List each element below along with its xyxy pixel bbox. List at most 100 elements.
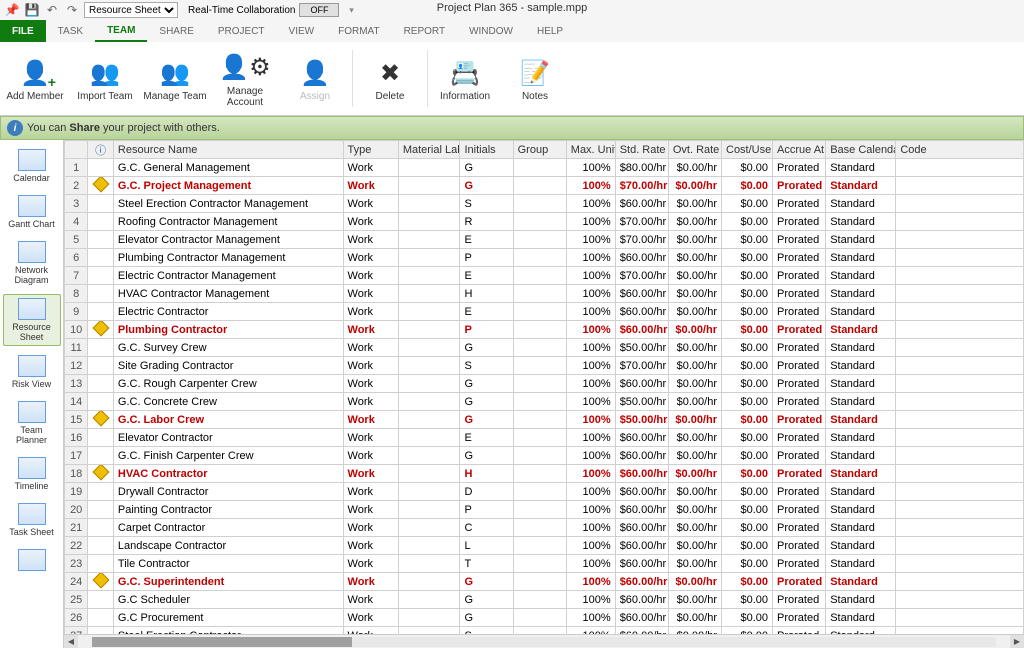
cell-cal[interactable]: Standard (826, 177, 896, 195)
table-row[interactable]: 26G.C ProcurementWorkG100%$60.00/hr$0.00… (65, 609, 1024, 627)
cell-mat[interactable] (398, 501, 460, 519)
cell-type[interactable]: Work (343, 339, 398, 357)
cell-max[interactable]: 100% (566, 375, 615, 393)
cell-max[interactable]: 100% (566, 393, 615, 411)
cell-std[interactable]: $60.00/hr (615, 285, 668, 303)
cell-ind[interactable] (88, 267, 114, 285)
cell-std[interactable]: $60.00/hr (615, 537, 668, 555)
cell-name[interactable]: Carpet Contractor (113, 519, 343, 537)
cell-type[interactable]: Work (343, 483, 398, 501)
cell-acc[interactable]: Prorated (773, 501, 826, 519)
cell-cal[interactable]: Standard (826, 483, 896, 501)
menu-task[interactable]: TASK (46, 20, 95, 42)
cell-ind[interactable] (88, 375, 114, 393)
cell-init[interactable]: G (460, 447, 513, 465)
cell-cal[interactable]: Standard (826, 609, 896, 627)
cell-type[interactable]: Work (343, 573, 398, 591)
cell-acc[interactable]: Prorated (773, 339, 826, 357)
ribbon-delete[interactable]: ✖Delete (355, 46, 425, 111)
cell-init[interactable]: R (460, 213, 513, 231)
cell-row[interactable]: 2 (65, 177, 88, 195)
cell-std[interactable]: $60.00/hr (615, 465, 668, 483)
cell-max[interactable]: 100% (566, 609, 615, 627)
cell-row[interactable]: 10 (65, 321, 88, 339)
cell-max[interactable]: 100% (566, 429, 615, 447)
cell-acc[interactable]: Prorated (773, 267, 826, 285)
table-row[interactable]: 9Electric ContractorWorkE100%$60.00/hr$0… (65, 303, 1024, 321)
cell-acc[interactable]: Prorated (773, 555, 826, 573)
cell-init[interactable]: P (460, 321, 513, 339)
cell-ind[interactable] (88, 195, 114, 213)
cell-grp[interactable] (513, 537, 566, 555)
cell-std[interactable]: $70.00/hr (615, 177, 668, 195)
cell-max[interactable]: 100% (566, 213, 615, 231)
cell-ovt[interactable]: $0.00/hr (668, 339, 721, 357)
cell-row[interactable]: 7 (65, 267, 88, 285)
cell-std[interactable]: $50.00/hr (615, 393, 668, 411)
cell-grp[interactable] (513, 465, 566, 483)
ribbon-import-team[interactable]: 👥Import Team (70, 46, 140, 111)
col-type[interactable]: Type (343, 141, 398, 159)
cell-row[interactable]: 14 (65, 393, 88, 411)
view-gantt-chart[interactable]: Gantt Chart (3, 192, 61, 232)
cell-grp[interactable] (513, 357, 566, 375)
cell-cal[interactable]: Standard (826, 519, 896, 537)
cell-std[interactable]: $60.00/hr (615, 609, 668, 627)
cell-cal[interactable]: Standard (826, 411, 896, 429)
cell-cal[interactable]: Standard (826, 267, 896, 285)
table-row[interactable]: 5Elevator Contractor ManagementWorkE100%… (65, 231, 1024, 249)
cell-std[interactable]: $70.00/hr (615, 213, 668, 231)
cell-mat[interactable] (398, 411, 460, 429)
cell-acc[interactable]: Prorated (773, 483, 826, 501)
cell-ind[interactable] (88, 483, 114, 501)
cell-acc[interactable]: Prorated (773, 519, 826, 537)
cell-ind[interactable] (88, 285, 114, 303)
cell-std[interactable]: $60.00/hr (615, 573, 668, 591)
cell-acc[interactable]: Prorated (773, 303, 826, 321)
cell-cost[interactable]: $0.00 (722, 501, 773, 519)
cell-ind[interactable] (88, 429, 114, 447)
cell-type[interactable]: Work (343, 375, 398, 393)
cell-ind[interactable] (88, 573, 114, 591)
cell-std[interactable]: $80.00/hr (615, 159, 668, 177)
cell-ovt[interactable]: $0.00/hr (668, 177, 721, 195)
cell-cal[interactable]: Standard (826, 501, 896, 519)
col-init[interactable]: Initials (460, 141, 513, 159)
cell-row[interactable]: 24 (65, 573, 88, 591)
cell-ind[interactable] (88, 159, 114, 177)
cell-grp[interactable] (513, 609, 566, 627)
cell-acc[interactable]: Prorated (773, 447, 826, 465)
cell-ovt[interactable]: $0.00/hr (668, 249, 721, 267)
cell-init[interactable]: S (460, 627, 513, 635)
cell-grp[interactable] (513, 249, 566, 267)
cell-grp[interactable] (513, 447, 566, 465)
cell-cost[interactable]: $0.00 (722, 339, 773, 357)
col-ind[interactable]: ⓘ (88, 141, 114, 159)
cell-init[interactable]: S (460, 195, 513, 213)
col-acc[interactable]: Accrue At (773, 141, 826, 159)
cell-max[interactable]: 100% (566, 231, 615, 249)
cell-code[interactable] (896, 591, 1024, 609)
table-row[interactable]: 8HVAC Contractor ManagementWorkH100%$60.… (65, 285, 1024, 303)
cell-mat[interactable] (398, 429, 460, 447)
cell-cost[interactable]: $0.00 (722, 249, 773, 267)
cell-init[interactable]: G (460, 609, 513, 627)
cell-row[interactable]: 5 (65, 231, 88, 249)
cell-ovt[interactable]: $0.00/hr (668, 231, 721, 249)
cell-type[interactable]: Work (343, 411, 398, 429)
cell-acc[interactable]: Prorated (773, 411, 826, 429)
cell-name[interactable]: HVAC Contractor Management (113, 285, 343, 303)
cell-acc[interactable]: Prorated (773, 159, 826, 177)
cell-std[interactable]: $60.00/hr (615, 429, 668, 447)
cell-type[interactable]: Work (343, 195, 398, 213)
cell-ind[interactable] (88, 501, 114, 519)
cell-name[interactable]: HVAC Contractor (113, 465, 343, 483)
cell-type[interactable]: Work (343, 429, 398, 447)
cell-acc[interactable]: Prorated (773, 177, 826, 195)
cell-code[interactable] (896, 303, 1024, 321)
cell-type[interactable]: Work (343, 465, 398, 483)
cell-name[interactable]: Tile Contractor (113, 555, 343, 573)
cell-cost[interactable]: $0.00 (722, 447, 773, 465)
cell-ovt[interactable]: $0.00/hr (668, 555, 721, 573)
cell-ovt[interactable]: $0.00/hr (668, 429, 721, 447)
